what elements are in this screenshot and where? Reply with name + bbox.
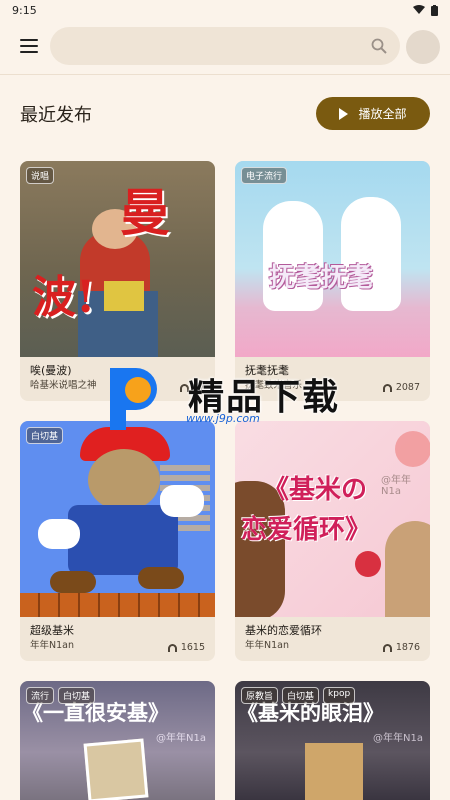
cover-text: 抚耄抚耄 <box>269 263 374 293</box>
genre-tag[interactable]: 原教旨 <box>241 687 279 704</box>
cover-text: 恋爱循环》 <box>241 515 372 545</box>
status-time: 9:15 <box>12 3 37 17</box>
search-input[interactable] <box>50 27 360 65</box>
play-icon <box>339 107 349 120</box>
art-watermark: @年年N1a <box>381 475 411 497</box>
section-title: 最近发布 <box>20 105 92 126</box>
genre-tag[interactable]: 流行 <box>26 687 55 704</box>
cover-art: 抚耄抚耄 电子流行 <box>235 161 430 357</box>
play-count-value: 2087 <box>395 382 420 393</box>
art-watermark: @年年N1a <box>373 733 423 744</box>
cover-art: 《基米的眼泪》 @年年N1a 原教旨 白切基 kpop <box>235 681 430 800</box>
play-all-label: 播放全部 <box>358 107 407 121</box>
genre-tag[interactable]: 白切基 <box>282 687 320 704</box>
genre-tag[interactable]: 电子流行 <box>241 167 288 184</box>
cover-text: 曼 <box>120 183 170 242</box>
play-count: 2087 <box>382 382 420 393</box>
genre-tag[interactable]: 白切基 <box>26 427 64 444</box>
song-card[interactable]: 抚耄抚耄 电子流行 抚耄抚耄 抚耄致米音乐 2087 <box>235 161 430 401</box>
play-all-button[interactable]: 播放全部 <box>316 97 430 130</box>
cover-art: 《一直很安基》 @年年N1a 流行 白切基 <box>20 681 215 800</box>
play-count: 1876 <box>382 642 420 653</box>
battery-icon <box>431 4 438 16</box>
search-icon[interactable] <box>370 37 388 55</box>
headphones-icon <box>382 643 392 652</box>
watermark-url: www.j9p.com <box>186 412 260 425</box>
headphones-icon <box>167 643 177 652</box>
play-count-value: 1876 <box>395 642 420 653</box>
headphones-icon <box>382 383 392 392</box>
cover-text: 波! <box>32 272 96 323</box>
song-card[interactable]: 《基米的眼泪》 @年年N1a 原教旨 白切基 kpop <box>235 681 430 800</box>
song-title: 基米的恋爱循环 <box>245 624 322 637</box>
avatar[interactable] <box>406 30 440 64</box>
song-card[interactable]: 《一直很安基》 @年年N1a 流行 白切基 <box>20 681 215 800</box>
card-info: 超级基米 年年N1an 1615 <box>20 617 215 661</box>
song-card[interactable]: 白切基 超级基米 年年N1an 1615 <box>20 421 215 661</box>
card-info: 基米的恋爱循环 年年N1an 1876 <box>235 617 430 661</box>
cover-art: 白切基 <box>20 421 215 617</box>
cover-text: 《基米の <box>263 475 368 505</box>
cover-art: 《基米の 恋爱循环》 @年年N1a <box>235 421 430 617</box>
menu-icon[interactable] <box>20 39 38 53</box>
genre-tag[interactable]: kpop <box>323 687 356 704</box>
art-watermark: @年年N1a <box>156 733 206 744</box>
play-count: 1615 <box>167 642 205 653</box>
genre-tag[interactable]: 说唱 <box>26 167 55 184</box>
song-card[interactable]: 《基米の 恋爱循环》 @年年N1a 基米的恋爱循环 年年N1an 1876 <box>235 421 430 661</box>
watermark-logo-icon <box>110 368 157 430</box>
genre-tag[interactable]: 白切基 <box>58 687 96 704</box>
song-title: 超级基米 <box>30 624 74 637</box>
header-divider <box>0 74 450 75</box>
cover-art: 曼 波! 说唱 <box>20 161 215 357</box>
play-count-value: 1615 <box>180 642 205 653</box>
search-bar[interactable] <box>50 27 400 65</box>
status-bar: 9:15 <box>0 0 450 20</box>
wifi-icon <box>413 5 425 14</box>
top-app-bar <box>0 26 450 66</box>
